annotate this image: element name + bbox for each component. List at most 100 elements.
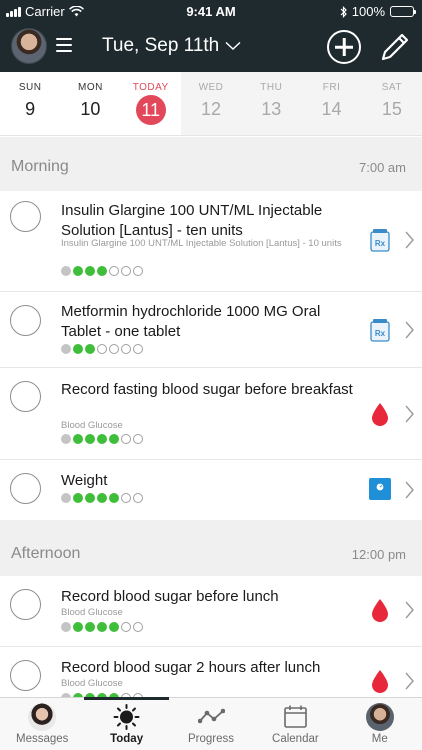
streak-dot (121, 493, 131, 503)
streak-dot (61, 344, 71, 354)
tab-messages[interactable]: Messages (0, 698, 84, 750)
rx-icon: Rx (370, 229, 390, 252)
section-time: 7:00 am (359, 160, 406, 175)
me-avatar-icon (365, 703, 394, 731)
task-subtitle: Insulin Glargine 100 UNT/ML Injectable S… (61, 238, 342, 249)
bluetooth-icon (340, 5, 347, 18)
task-subtitle: Blood Glucose (61, 678, 123, 689)
chevron-right-icon (405, 601, 414, 619)
section-time: 12:00 pm (351, 547, 406, 562)
sun-icon (113, 704, 140, 730)
streak-dot (121, 434, 131, 444)
section-title: Morning (11, 158, 69, 175)
profile-avatar[interactable] (11, 28, 47, 64)
task-checkbox[interactable] (10, 473, 41, 504)
streak-dot (121, 622, 131, 632)
streak-dot (97, 622, 107, 632)
task-subtitle: Blood Glucose (61, 420, 123, 431)
day-wed[interactable]: WED 12 (180, 72, 242, 135)
task-row[interactable]: Metformin hydrochloride 1000 MG Oral Tab… (0, 292, 422, 368)
tab-today[interactable]: Today (84, 697, 170, 750)
streak-dot (109, 266, 119, 276)
streak-dot (73, 266, 83, 276)
blood-drop-icon (372, 599, 388, 622)
blood-drop-icon (372, 670, 388, 693)
streak-dot (85, 622, 95, 632)
streak-dot (85, 344, 95, 354)
scale-icon (369, 478, 391, 500)
streak-dot (85, 434, 95, 444)
streak-dot (133, 622, 143, 632)
blood-drop-icon (372, 403, 388, 426)
streak-dot (121, 344, 131, 354)
streak-dot (133, 266, 143, 276)
svg-text:Rx: Rx (375, 329, 386, 338)
chevron-down-icon (225, 41, 241, 51)
chevron-right-icon (405, 672, 414, 690)
tab-progress[interactable]: Progress (169, 698, 253, 750)
date-selector[interactable]: Tue, Sep 11th (102, 35, 241, 57)
streak-dots (61, 434, 143, 444)
task-row[interactable]: Record blood sugar before lunch Blood Gl… (0, 576, 422, 647)
streak-dot (61, 622, 71, 632)
streak-dots (61, 266, 143, 276)
section-title: Afternoon (11, 545, 81, 562)
messages-avatar-icon (28, 703, 56, 731)
chevron-right-icon (405, 321, 414, 339)
task-title: Record blood sugar before lunch (61, 588, 279, 605)
task-row[interactable]: Weight (0, 460, 422, 520)
day-fri[interactable]: FRI 14 (301, 72, 362, 135)
task-checkbox[interactable] (10, 305, 41, 336)
task-title: Metformin hydrochloride 1000 MG Oral Tab… (61, 303, 321, 340)
tab-me[interactable]: Me (338, 698, 422, 750)
task-row[interactable]: Insulin Glargine 100 UNT/ML Injectable S… (0, 191, 422, 292)
streak-dot (61, 434, 71, 444)
edit-pencil-icon[interactable] (378, 30, 412, 64)
task-row[interactable]: Record fasting blood sugar before breakf… (0, 368, 422, 460)
week-strip: SUN 9 MON 10 TODAY 11 WED 12 THU 13 FRI 14 SAT… (0, 72, 422, 136)
day-sat[interactable]: SAT 15 (361, 72, 422, 135)
section-morning: Morning 7:00 am (0, 137, 422, 191)
streak-dots (61, 344, 143, 354)
tab-calendar[interactable]: Calendar (253, 698, 337, 750)
streak-dot (61, 266, 71, 276)
day-sun[interactable]: SUN 9 (0, 72, 60, 135)
task-checkbox[interactable] (10, 660, 41, 691)
streak-dot (97, 434, 107, 444)
progress-icon (197, 708, 225, 724)
day-today[interactable]: TODAY 11 (121, 72, 181, 135)
rx-icon: Rx (370, 319, 390, 342)
streak-dot (73, 434, 83, 444)
task-subtitle: Blood Glucose (61, 607, 123, 618)
chevron-right-icon (405, 405, 414, 423)
chevron-right-icon (405, 481, 414, 499)
streak-dot (97, 493, 107, 503)
day-thu[interactable]: THU 13 (241, 72, 302, 135)
streak-dot (61, 493, 71, 503)
task-checkbox[interactable] (10, 381, 41, 412)
streak-dot (133, 344, 143, 354)
streak-dot (121, 266, 131, 276)
streak-dot (73, 493, 83, 503)
streak-dot (73, 344, 83, 354)
section-afternoon: Afternoon 12:00 pm (0, 520, 422, 576)
streak-dot (85, 493, 95, 503)
task-title: Record blood sugar 2 hours after lunch (61, 659, 321, 676)
chevron-right-icon (405, 231, 414, 249)
task-checkbox[interactable] (10, 201, 41, 232)
task-title: Weight (61, 472, 108, 489)
streak-dot (97, 344, 107, 354)
menu-icon[interactable] (56, 38, 72, 52)
streak-dot (109, 622, 119, 632)
day-mon[interactable]: MON 10 (60, 72, 120, 135)
streak-dot (133, 493, 143, 503)
tab-bar: Messages Today Progress Calendar Me (0, 697, 422, 750)
streak-dot (73, 622, 83, 632)
add-button[interactable] (327, 30, 361, 64)
streak-dot (109, 434, 119, 444)
calendar-icon (284, 705, 307, 728)
streak-dot (109, 493, 119, 503)
task-checkbox[interactable] (10, 589, 41, 620)
battery-icon (390, 6, 416, 17)
streak-dot (85, 266, 95, 276)
